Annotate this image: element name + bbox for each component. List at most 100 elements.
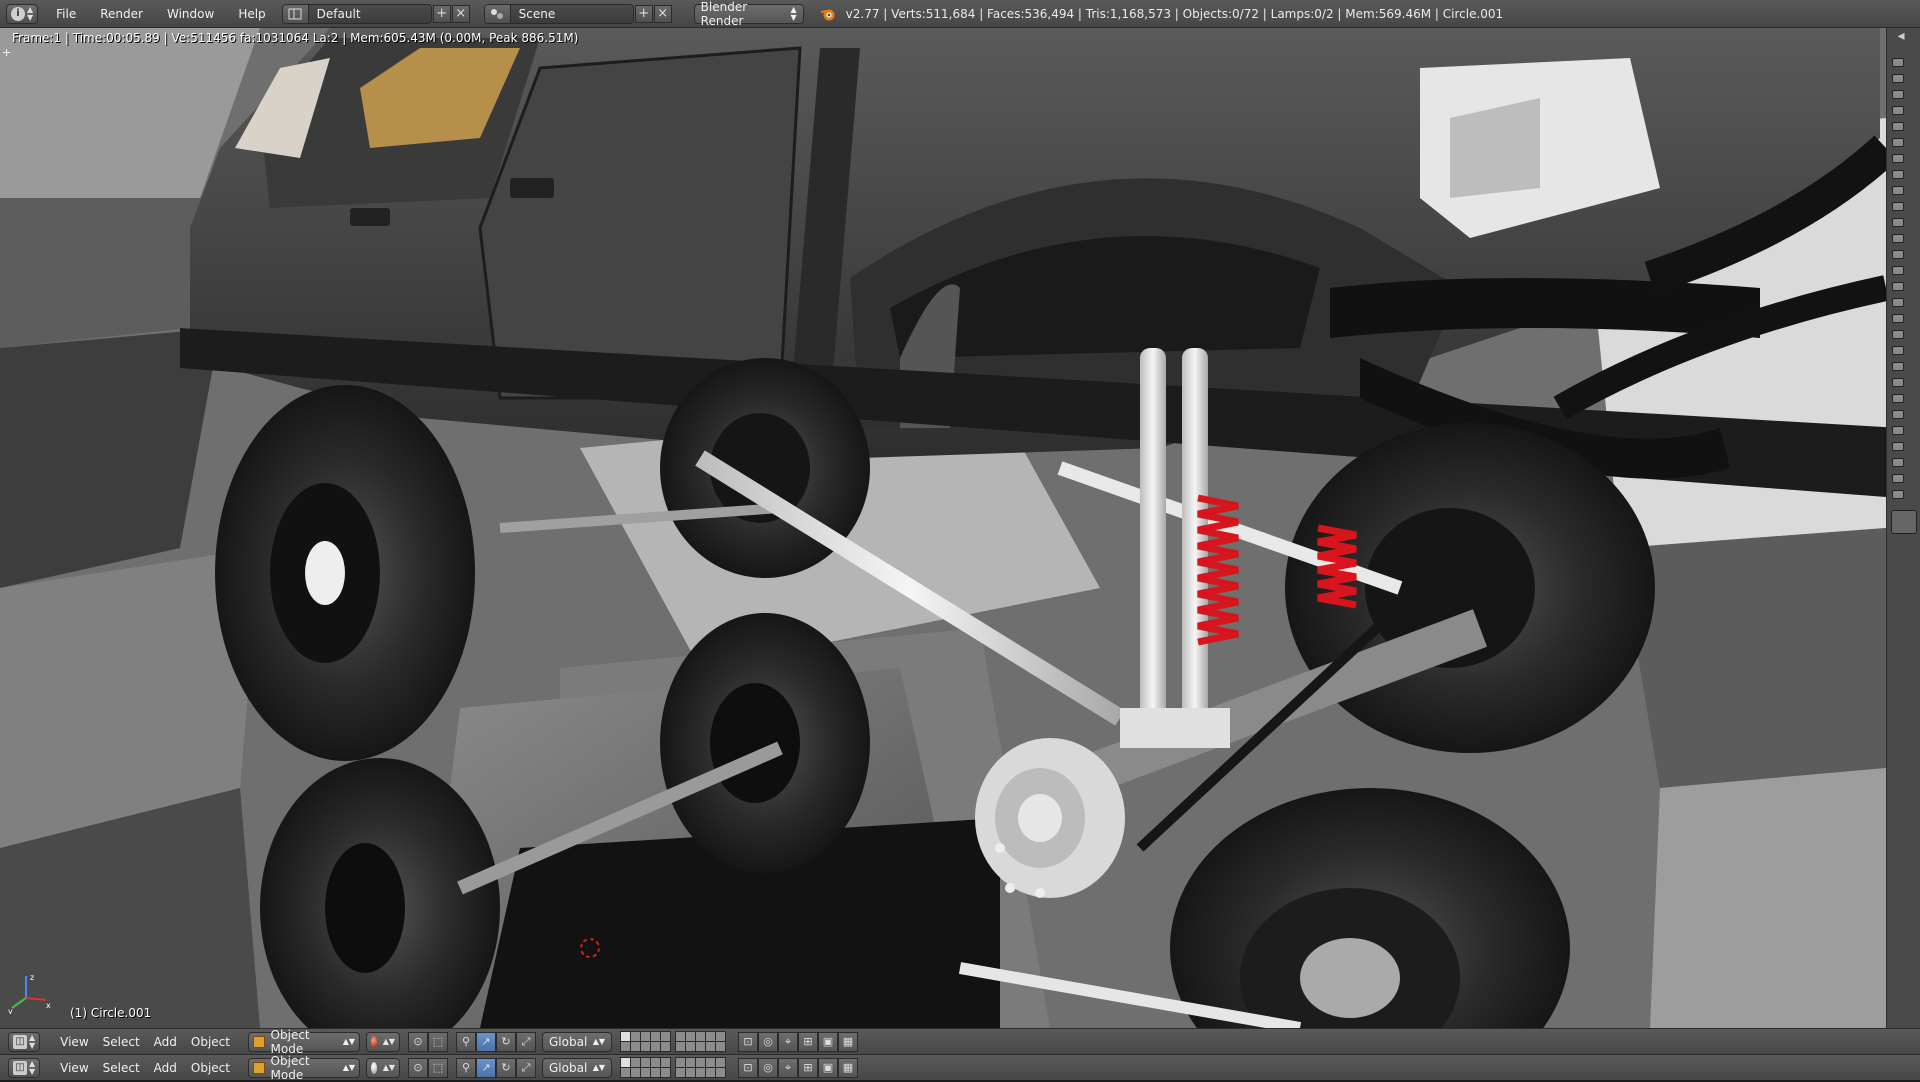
editor-type-button[interactable]: ◫ ▲ ▼ — [8, 1031, 41, 1052]
rotate-manipulator-icon[interactable]: ↻ — [496, 1057, 516, 1078]
translate-manipulator-icon[interactable]: ↗ — [476, 1057, 496, 1078]
orientation-label: Global — [549, 1060, 588, 1075]
snap-toggle-icon[interactable]: ⌖ — [778, 1057, 798, 1078]
properties-region-strip[interactable]: ◂ — [1886, 28, 1920, 1028]
strip-marker — [1892, 234, 1904, 243]
info-icon: i — [11, 6, 25, 21]
scale-manipulator-icon[interactable]: ⤢ — [516, 1057, 536, 1078]
delete-scene-button[interactable]: × — [653, 4, 672, 23]
menu-window[interactable]: Window — [155, 7, 226, 21]
menu-add[interactable]: Add — [154, 1035, 191, 1049]
limit-selection-icon[interactable]: ⬚ — [428, 1057, 448, 1078]
strip-marker — [1892, 250, 1904, 259]
menu-add[interactable]: Add — [154, 1061, 191, 1075]
proportional-edit-icon[interactable]: ◎ — [758, 1031, 778, 1052]
pivot-point-icon[interactable]: ⊙ — [408, 1057, 428, 1078]
viewport-shading-select[interactable]: ▲▼ — [366, 1031, 400, 1052]
layer-block-1[interactable] — [620, 1031, 671, 1052]
strip-marker — [1892, 458, 1904, 467]
render-preview-icon[interactable]: ▣ — [818, 1057, 838, 1078]
layer-block-1[interactable] — [620, 1057, 671, 1078]
snap-element-icon[interactable]: ⊞ — [798, 1031, 818, 1052]
editor-type-button[interactable]: ◫ ▲ ▼ — [8, 1057, 41, 1078]
interaction-mode-select[interactable]: Object Mode ▲▼ — [248, 1054, 360, 1082]
3d-view-header-1: ◫ ▲ ▼ View Select Add Object Object Mode … — [0, 1028, 1920, 1056]
layer-block-2[interactable] — [675, 1057, 726, 1078]
menu-select[interactable]: Select — [103, 1035, 154, 1049]
snap-element-icon[interactable]: ⊞ — [798, 1057, 818, 1078]
3d-view-header-2: ◫ ▲ ▼ View Select Add Object Object Mode … — [0, 1054, 1920, 1082]
monster-truck-render — [0, 28, 1886, 1028]
strip-marker — [1892, 74, 1904, 83]
render-preview-icon[interactable]: ▣ — [818, 1031, 838, 1052]
strip-marker — [1892, 154, 1904, 163]
translate-manipulator-icon[interactable]: ↗ — [476, 1031, 496, 1052]
layer-block-2[interactable] — [675, 1031, 726, 1052]
scene-icon — [484, 4, 511, 23]
scene-name[interactable]: Scene — [511, 7, 564, 21]
screen-layout-selector[interactable]: Default — [281, 3, 432, 24]
chevron-updown-icon: ▲▼ — [29, 1058, 36, 1076]
menu-render[interactable]: Render — [88, 7, 155, 21]
add-scene-button[interactable]: + — [634, 4, 653, 23]
tire-front-left — [215, 385, 475, 761]
3d-viewport[interactable]: Frame:1 | Time:00:05.89 | Ve:511456 fa:1… — [0, 28, 1886, 1028]
menu-help[interactable]: Help — [226, 7, 277, 21]
extra-tools: ⊡ ◎ ⌖ ⊞ ▣ ▦ — [738, 1031, 858, 1052]
render-engine-select[interactable]: Blender Render ▲ ▼ — [693, 0, 804, 28]
layer-toggles[interactable] — [620, 1031, 730, 1052]
chevron-updown-icon: ▲▼ — [342, 1037, 355, 1046]
render-engine-label: Blender Render — [700, 0, 748, 28]
screen-layout-icon — [282, 4, 309, 23]
strip-marker — [1892, 346, 1904, 355]
viewport-shading-select[interactable]: ▲▼ — [366, 1057, 400, 1078]
strip-marker — [1892, 186, 1904, 195]
proportional-edit-icon[interactable]: ◎ — [758, 1057, 778, 1078]
svg-text:z: z — [30, 973, 34, 982]
render-anim-icon[interactable]: ▦ — [838, 1057, 858, 1078]
strip-marker — [1892, 90, 1904, 99]
scene-statistics: v2.77 | Verts:511,684 | Faces:536,494 | … — [845, 6, 1504, 21]
strip-marker — [1892, 426, 1904, 435]
menu-view[interactable]: View — [60, 1061, 102, 1075]
manipulator-tools: ⚲ ↗ ↻ ⤢ — [456, 1057, 536, 1078]
add-region-plus-icon[interactable]: + — [2, 46, 11, 59]
menu-file[interactable]: File — [44, 7, 88, 21]
chevron-updown-icon: ▲▼ — [592, 1063, 605, 1072]
menu-object[interactable]: Object — [191, 1061, 244, 1075]
lock-layers-icon[interactable]: ⊡ — [738, 1031, 758, 1052]
region-toggle-button[interactable] — [1891, 510, 1917, 534]
chevron-left-icon[interactable]: ◂ — [1890, 28, 1912, 50]
limit-selection-icon[interactable]: ⬚ — [428, 1031, 448, 1052]
transform-orientation-select[interactable]: Global ▲▼ — [542, 1031, 612, 1052]
scale-manipulator-icon[interactable]: ⤢ — [516, 1031, 536, 1052]
interaction-mode-select[interactable]: Object Mode ▲▼ — [248, 1028, 360, 1056]
extra-tools: ⊡ ◎ ⌖ ⊞ ▣ ▦ — [738, 1057, 858, 1078]
manipulator-toggle-icon[interactable]: ⚲ — [456, 1031, 476, 1052]
strip-marker — [1892, 314, 1904, 323]
transform-orientation-select[interactable]: Global ▲▼ — [542, 1057, 612, 1078]
blender-logo-icon — [820, 9, 835, 20]
render-anim-icon[interactable]: ▦ — [838, 1031, 858, 1052]
pivot-snap-tools: ⊙ ⬚ — [408, 1031, 448, 1052]
solid-shading-icon — [371, 1061, 377, 1074]
delete-screen-button[interactable]: × — [451, 4, 470, 23]
manipulator-toggle-icon[interactable]: ⚲ — [456, 1057, 476, 1078]
add-screen-button[interactable]: + — [432, 4, 451, 23]
layer-toggles[interactable] — [620, 1057, 730, 1078]
strip-marker — [1892, 474, 1904, 483]
screen-layout-name[interactable]: Default — [309, 7, 369, 21]
menu-view[interactable]: View — [60, 1035, 102, 1049]
snap-toggle-icon[interactable]: ⌖ — [778, 1031, 798, 1052]
strip-marker — [1892, 122, 1904, 131]
pivot-point-icon[interactable]: ⊙ — [408, 1031, 428, 1052]
menu-object[interactable]: Object — [191, 1035, 244, 1049]
menu-select[interactable]: Select — [103, 1061, 154, 1075]
scene-selector[interactable]: Scene — [483, 3, 634, 24]
editor-type-button[interactable]: i ▲ ▼ — [6, 3, 39, 24]
lock-layers-icon[interactable]: ⊡ — [738, 1057, 758, 1078]
rotate-manipulator-icon[interactable]: ↻ — [496, 1031, 516, 1052]
info-header: i ▲ ▼ File Render Window Help Default + ×… — [0, 0, 1920, 28]
object-mode-icon — [253, 1061, 265, 1074]
coil-spring-right — [1317, 524, 1357, 609]
